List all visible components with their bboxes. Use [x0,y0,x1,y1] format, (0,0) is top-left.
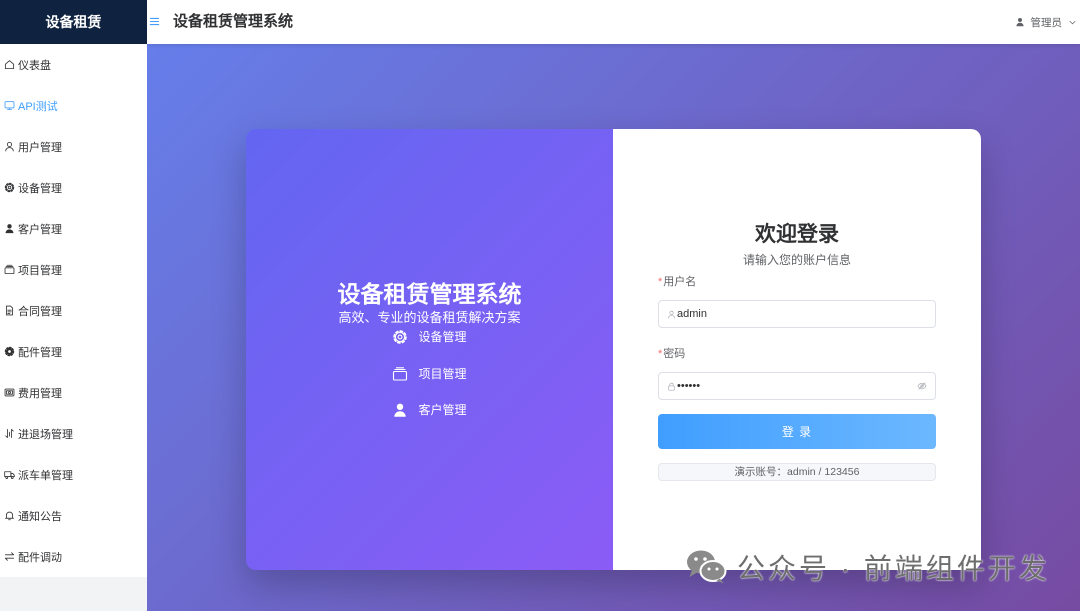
user-name: 管理员 [1030,16,1063,29]
switch-icon [4,551,15,562]
login-card: 设备租赁管理系统 高效、专业的设备租赁解决方案 设备管理 项目管理 客户管理 欢… [246,129,981,570]
sidebar-item-label: 仪表盘 [18,59,51,72]
password-input[interactable] [677,373,917,399]
gear-icon [4,182,15,193]
user-icon [4,141,15,152]
sidebar-item-users[interactable]: 用户管理 [0,126,147,167]
required-mark: * [658,276,663,288]
folder-stack-icon [392,366,408,382]
top-bar: 设备租赁管理系统 管理员 [147,0,1080,44]
home-icon [4,59,15,70]
demo-account-hint: 演示账号：admin / 123456 [658,463,936,481]
user-filled-icon [392,402,408,418]
feature-label: 设备管理 [418,330,467,344]
hamburger-icon[interactable] [149,16,160,27]
lock-icon [667,382,676,391]
monitor-icon [4,100,15,111]
sidebar-item-notices[interactable]: 通知公告 [0,495,147,536]
sidebar-item-label: 进退场管理 [18,428,73,441]
password-field [658,372,936,400]
feature-label: 客户管理 [418,403,467,417]
username-label: *用户名 [658,275,696,289]
sidebar-item-equipment[interactable]: 设备管理 [0,167,147,208]
eye-off-icon[interactable] [917,381,927,391]
feature-label: 项目管理 [418,366,467,381]
sidebar-item-contracts[interactable]: 合同管理 [0,290,147,331]
sidebar-item-parts-transfer[interactable]: 配件调动 [0,536,147,577]
sidebar-item-api-test[interactable]: API测试 [0,85,147,126]
sidebar-item-label: 项目管理 [18,264,62,277]
document-icon [4,305,15,316]
sidebar-item-expenses[interactable]: 费用管理 [0,372,147,413]
sidebar-item-label: 用户管理 [18,141,62,154]
login-title: 欢迎登录 [755,223,839,246]
sidebar-item-label: 设备管理 [18,182,62,195]
user-filled-icon [4,223,15,234]
password-label: *密码 [658,347,685,361]
sidebar-brand: 设备租赁 [0,0,147,44]
username-field [658,300,936,328]
sidebar-item-dispatch-orders[interactable]: 派车单管理 [0,454,147,495]
feature-item: 客户管理 [246,400,613,437]
user-dropdown[interactable]: 管理员 [1015,0,1078,44]
money-icon [4,387,15,398]
sort-icon [4,428,15,439]
sidebar-item-parts[interactable]: 配件管理 [0,331,147,372]
sidebar-item-site-entry-exit[interactable]: 进退场管理 [0,413,147,454]
sidebar-item-label: 客户管理 [18,223,62,236]
feature-list: 设备管理 项目管理 客户管理 [246,327,613,437]
sidebar-menu: 仪表盘 API测试 用户管理 设备管理 客户管理 项目管理 合同管理 配件管理 [0,44,147,577]
sidebar-item-label: 配件调动 [18,551,62,564]
sidebar-item-label: 派车单管理 [18,469,73,482]
main-content: 设备租赁管理系统 高效、专业的设备租赁解决方案 设备管理 项目管理 客户管理 欢… [147,44,1080,611]
sidebar-item-label: 配件管理 [18,346,62,359]
username-input[interactable] [677,301,927,327]
sidebar-item-projects[interactable]: 项目管理 [0,249,147,290]
gear-filled-icon [4,346,15,357]
sidebar-item-label: API测试 [18,100,58,113]
login-form: 欢迎登录 请输入您的账户信息 *用户名 *密码 登 录 演示账号：admin /… [613,129,981,570]
sidebar-item-customers[interactable]: 客户管理 [0,208,147,249]
user-icon [667,310,676,319]
intro-panel: 设备租赁管理系统 高效、专业的设备租赁解决方案 设备管理 项目管理 客户管理 [246,129,613,570]
sidebar-item-label: 通知公告 [18,510,62,523]
feature-item: 设备管理 [246,327,613,364]
intro-subtitle: 高效、专业的设备租赁解决方案 [338,310,521,325]
username-label-text: 用户名 [663,276,697,288]
password-label-text: 密码 [663,348,686,360]
login-subtitle: 请输入您的账户信息 [742,253,851,267]
sidebar-item-label: 合同管理 [18,305,62,318]
folder-stack-icon [4,264,15,275]
intro-title: 设备租赁管理系统 [337,281,522,307]
gear-icon [392,329,408,345]
required-mark: * [658,348,663,360]
login-button[interactable]: 登 录 [658,414,936,449]
sidebar-item-label: 费用管理 [18,387,62,400]
feature-item: 项目管理 [246,364,613,401]
user-filled-icon [1015,17,1025,27]
page-title: 设备租赁管理系统 [173,13,294,30]
bell-icon [4,510,15,521]
chevron-down-icon [1068,18,1077,27]
sidebar-item-dashboard[interactable]: 仪表盘 [0,44,147,85]
truck-icon [4,469,15,480]
sidebar: 设备租赁 仪表盘 API测试 用户管理 设备管理 客户管理 项目管理 合同管理 [0,0,147,611]
